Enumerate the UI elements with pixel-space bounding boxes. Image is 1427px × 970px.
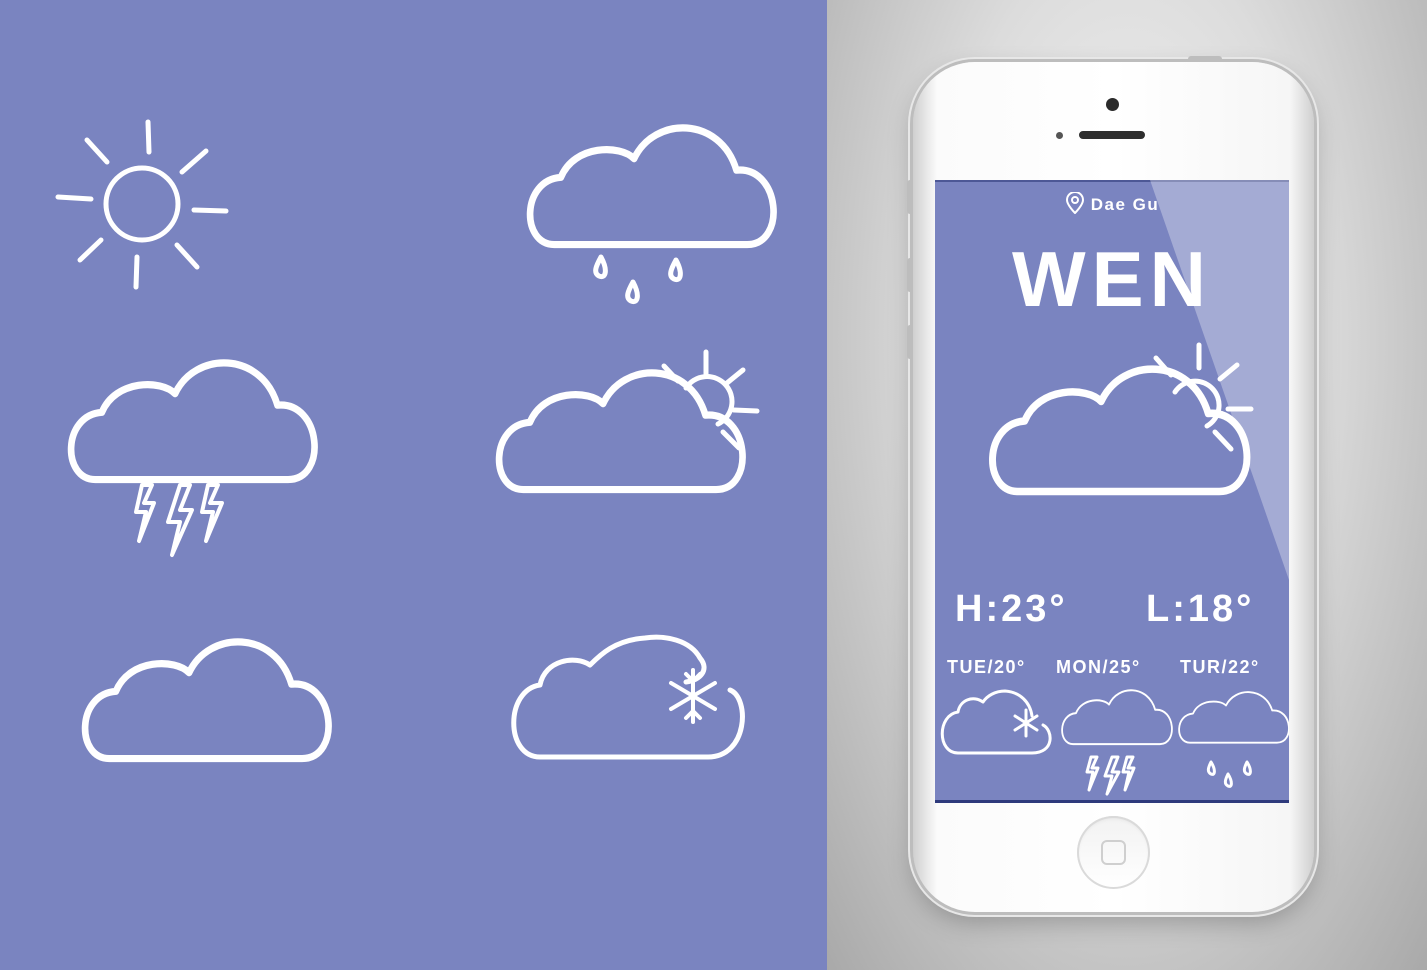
current-weather-icon: [992, 342, 1254, 492]
forecast-day-label: MON/25°: [1056, 657, 1141, 677]
icon-set-panel: [0, 0, 827, 970]
front-camera: [1106, 98, 1119, 111]
forecast-icon-thunder: [1061, 689, 1173, 796]
cloud-rain-icon: [530, 128, 773, 305]
cloud-snow-icon: [511, 634, 745, 760]
home-button-square: [1101, 840, 1126, 865]
forecast-icon-snow: [940, 689, 1052, 755]
home-button[interactable]: [1077, 816, 1150, 889]
forecast-day-label: TUR/22°: [1180, 657, 1260, 677]
icon-set-canvas: [55, 119, 827, 970]
phone-mute-switch: [907, 180, 913, 214]
phone-volume-up-button: [907, 258, 913, 292]
phone-power-button: [1188, 56, 1222, 62]
forecast-day-label: TUE/20°: [947, 657, 1026, 677]
earpiece-speaker: [1079, 131, 1145, 139]
temp-high: H:23°: [955, 588, 1068, 630]
cloud-icon: [85, 642, 328, 759]
cloud-sun-icon: [499, 349, 760, 490]
sun-icon: [55, 119, 229, 290]
phone-volume-down-button: [907, 325, 913, 359]
temp-low: L:18°: [1146, 588, 1255, 630]
forecast-icon-rain: [1178, 691, 1289, 788]
cloud-thunder-icon: [71, 363, 314, 557]
proximity-sensor: [1056, 132, 1063, 139]
